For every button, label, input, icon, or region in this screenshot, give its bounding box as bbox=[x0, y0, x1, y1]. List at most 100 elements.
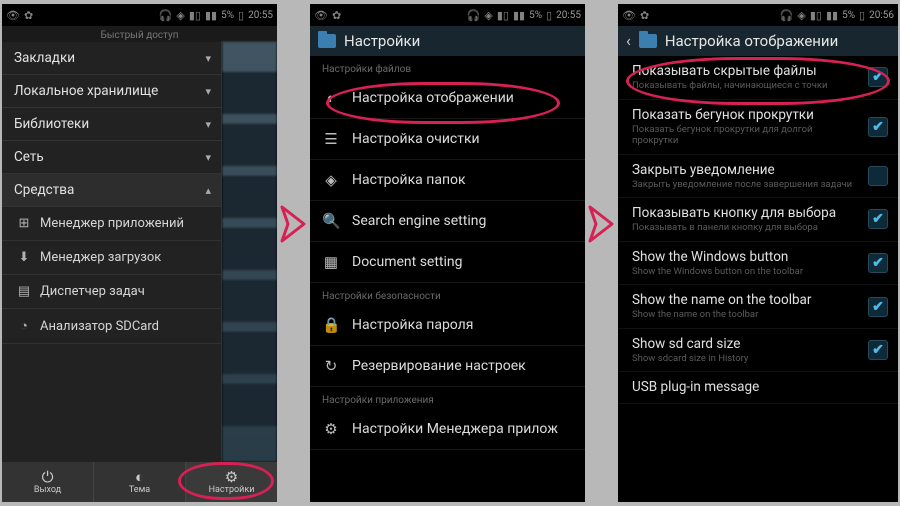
setting-label: Настройка очистки bbox=[352, 131, 480, 147]
headphones-icon: 🎧 bbox=[467, 9, 481, 22]
checkbox[interactable]: ✔ bbox=[868, 117, 888, 137]
display-setting-row[interactable]: USB plug-in message bbox=[618, 372, 898, 403]
signal-icon: ▮▮ bbox=[826, 9, 838, 22]
menu-item-network[interactable]: Сеть ▾ bbox=[2, 141, 221, 174]
checkbox[interactable]: ✔ bbox=[868, 253, 888, 273]
setting-backup[interactable]: ↻ Резервирование настроек bbox=[310, 346, 585, 387]
setting-title: Показывать кнопку для выбора bbox=[632, 205, 858, 221]
setting-document[interactable]: ▦ Document setting bbox=[310, 242, 585, 283]
back-icon[interactable]: ‹ bbox=[626, 31, 631, 50]
setting-text: Show the name on the toolbarShow the nam… bbox=[632, 292, 868, 321]
chevron-down-icon: ▾ bbox=[205, 52, 211, 65]
setting-label: Search engine setting bbox=[352, 213, 486, 229]
tool-item-task-manager[interactable]: ▤ Диспетчер задач bbox=[2, 275, 221, 309]
setting-password[interactable]: 🔒 Настройка пароля bbox=[310, 305, 585, 346]
battery-icon: ▯ bbox=[859, 9, 865, 22]
setting-cleanup[interactable]: ☰ Настройка очистки bbox=[310, 119, 585, 160]
battery-icon: ▯ bbox=[238, 9, 244, 22]
folder-icon bbox=[639, 34, 657, 48]
page-title: Настройка отображении bbox=[665, 32, 838, 50]
setting-desc: Show sdcard size in History bbox=[632, 353, 858, 364]
clock-text: 20:56 bbox=[869, 10, 894, 21]
chevron-down-icon: ▾ bbox=[205, 85, 211, 98]
setting-display[interactable]: ◐ Настройка отображении bbox=[310, 78, 585, 119]
bottom-btn-settings[interactable]: ⚙ Настройки bbox=[186, 462, 277, 502]
search-icon: 🔍 bbox=[322, 212, 340, 230]
title-bar: Настройки bbox=[310, 26, 585, 56]
settings-icon: ⚙ bbox=[225, 470, 238, 485]
tool-item-sdcard-analyzer[interactable]: ◔ Анализатор SDCard bbox=[2, 309, 221, 344]
display-setting-row[interactable]: Показывать скрытые файлыПоказывать файлы… bbox=[618, 56, 898, 100]
menu-item-local-storage[interactable]: Локальное хранилище ▾ bbox=[2, 75, 221, 108]
status-icon: ✿ bbox=[24, 9, 33, 22]
menu-label: Сеть bbox=[14, 149, 44, 165]
gears-icon: ⚙ bbox=[322, 420, 340, 438]
setting-title: Show the name on the toolbar bbox=[632, 292, 858, 308]
chevron-down-icon: ▾ bbox=[205, 151, 211, 164]
setting-desc: Show the Windows button on the toolbar bbox=[632, 266, 858, 277]
bottom-btn-exit[interactable]: ⏻ Выход bbox=[2, 462, 94, 502]
setting-title: Show sd card size bbox=[632, 336, 858, 352]
setting-desc: Показывать файлы, начинающиеся с точки bbox=[632, 80, 858, 91]
setting-app-manager[interactable]: ⚙ Настройки Менеджера прилож bbox=[310, 409, 585, 450]
clock-text: 20:55 bbox=[248, 10, 273, 21]
checkbox[interactable]: ✔ bbox=[868, 340, 888, 360]
tool-item-app-manager[interactable]: ⊞ Менеджер приложений bbox=[2, 207, 221, 241]
status-icon: ◈ bbox=[176, 9, 184, 22]
setting-folders[interactable]: ◈ Настройка папок bbox=[310, 160, 585, 201]
title-bar: ‹ Настройка отображении bbox=[618, 26, 898, 56]
menu-item-tools[interactable]: Средства ▴ bbox=[2, 174, 221, 207]
setting-search-engine[interactable]: 🔍 Search engine setting bbox=[310, 201, 585, 242]
arrow-icon bbox=[279, 204, 309, 244]
status-bar: 👁 ✿ 🎧 ◈ ▮▯ ▮▮ 5% ▯ 20:56 bbox=[618, 4, 898, 26]
setting-label: Настройка папок bbox=[352, 172, 466, 188]
checkbox[interactable]: ✔ bbox=[868, 297, 888, 317]
bottom-btn-theme[interactable]: ◐ Тема bbox=[94, 462, 186, 502]
menu-label: Закладки bbox=[14, 50, 75, 66]
setting-text: Показывать кнопку для выбораПоказывать в… bbox=[632, 205, 868, 234]
signal-icon: ▮▮ bbox=[205, 9, 217, 22]
setting-title: USB plug-in message bbox=[632, 379, 878, 395]
setting-title: Показывать скрытые файлы bbox=[632, 63, 858, 79]
checkbox[interactable]: ✔ bbox=[868, 67, 888, 87]
setting-desc: Показать бегунок прокрутки для долгой пр… bbox=[632, 124, 858, 147]
status-icon: 👁 bbox=[314, 9, 328, 22]
display-setting-row[interactable]: Show sd card sizeShow sdcard size in His… bbox=[618, 329, 898, 373]
setting-text: Закрыть уведомлениеЗакрыть уведомление п… bbox=[632, 162, 868, 191]
status-icon: ✿ bbox=[640, 9, 649, 22]
display-setting-row[interactable]: Закрыть уведомлениеЗакрыть уведомление п… bbox=[618, 155, 898, 199]
phone-screen-3: 👁 ✿ 🎧 ◈ ▮▯ ▮▮ 5% ▯ 20:56 ‹ Настройка ото… bbox=[618, 4, 898, 502]
display-setting-row[interactable]: Show the name on the toolbarShow the nam… bbox=[618, 285, 898, 329]
page-title: Настройки bbox=[344, 32, 420, 50]
checkbox[interactable] bbox=[868, 166, 888, 186]
menu-item-bookmarks[interactable]: Закладки ▾ bbox=[2, 42, 221, 75]
menu-item-libraries[interactable]: Библиотеки ▾ bbox=[2, 108, 221, 141]
display-setting-row[interactable]: Показать бегунок прокруткиПоказать бегун… bbox=[618, 100, 898, 155]
display-setting-row[interactable]: Показывать кнопку для выбораПоказывать в… bbox=[618, 198, 898, 242]
setting-label: Резервирование настроек bbox=[352, 358, 526, 374]
setting-desc: Показывать в панели кнопку для выбора bbox=[632, 222, 858, 233]
section-label: Настройки безопасности bbox=[310, 283, 585, 305]
display-settings-list: Показывать скрытые файлыПоказывать файлы… bbox=[618, 56, 898, 404]
menu-label: Локальное хранилище bbox=[14, 83, 158, 99]
bottom-label: Выход bbox=[34, 485, 61, 495]
setting-label: Document setting bbox=[352, 254, 463, 270]
setting-label: Настройки Менеджера прилож bbox=[352, 421, 558, 437]
display-setting-row[interactable]: Show the Windows buttonShow the Windows … bbox=[618, 242, 898, 286]
signal-icon: ▮▯ bbox=[189, 9, 201, 22]
phone-screen-1: 👁 ✿ 🎧 ◈ ▮▯ ▮▮ 5% ▯ 20:55 Быстрый доступ … bbox=[2, 4, 277, 502]
theme-icon: ◐ bbox=[135, 470, 144, 485]
menu-label: Библиотеки bbox=[14, 116, 89, 132]
signal-icon: ▮▮ bbox=[513, 9, 525, 22]
tool-item-download-manager[interactable]: ⬇ Менеджер загрузок bbox=[2, 241, 221, 275]
checkbox[interactable]: ✔ bbox=[868, 209, 888, 229]
display-icon: ◐ bbox=[322, 89, 340, 107]
headphones-icon: 🎧 bbox=[780, 9, 794, 22]
section-label: Настройки файлов bbox=[310, 56, 585, 78]
status-icon: ✿ bbox=[332, 9, 341, 22]
setting-desc: Закрыть уведомление после завершения зад… bbox=[632, 179, 858, 190]
tool-label: Менеджер загрузок bbox=[40, 250, 161, 265]
setting-desc: Show the name on the toolbar bbox=[632, 309, 858, 320]
background-panel bbox=[222, 42, 277, 462]
signal-icon: ▮▯ bbox=[497, 9, 509, 22]
